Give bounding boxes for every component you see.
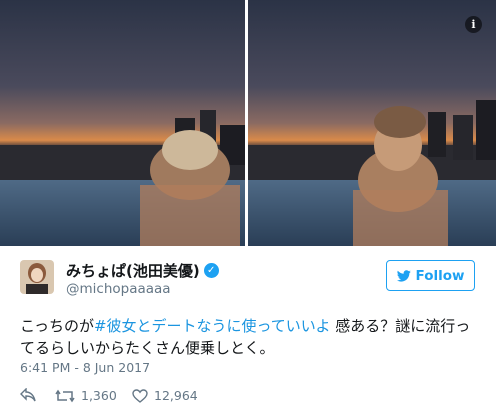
display-name[interactable]: みちょぱ(池田美優) ✓ <box>66 260 219 281</box>
like-count: 12,964 <box>154 388 198 403</box>
follow-button[interactable]: Follow <box>386 260 475 291</box>
photo-1[interactable] <box>0 0 245 246</box>
verified-badge-icon: ✓ <box>203 263 219 278</box>
retweet-icon <box>55 389 75 402</box>
heart-icon <box>132 388 148 403</box>
retweet-button[interactable]: 1,360 <box>55 388 117 403</box>
photo-2[interactable]: i <box>248 0 496 246</box>
retweet-count: 1,360 <box>81 388 117 403</box>
user-handle[interactable]: @michopaaaaa <box>66 281 171 297</box>
like-button[interactable]: 12,964 <box>132 388 198 403</box>
bird-icon <box>396 269 411 282</box>
info-icon[interactable]: i <box>465 16 482 33</box>
display-name-text[interactable]: みちょぱ(池田美優) <box>66 260 200 281</box>
tweet-header: みちょぱ(池田美優) ✓ @michopaaaaa Follow <box>0 254 496 304</box>
tweet-text: こっちのが#彼女とデートなうに使っていいよ 感ある？謎に流行ってるらしいからたく… <box>20 315 480 359</box>
avatar[interactable] <box>20 260 54 294</box>
hashtag-link[interactable]: #彼女とデートなうに使っていいよ <box>94 317 331 335</box>
follow-label: Follow <box>415 267 465 284</box>
tweet-actions: 1,360 12,964 <box>0 388 496 408</box>
tweet-timestamp[interactable]: 6:41 PM - 8 Jun 2017 <box>20 360 150 375</box>
media-grid: i <box>0 0 496 246</box>
tweet-text-before: こっちのが <box>20 317 94 335</box>
